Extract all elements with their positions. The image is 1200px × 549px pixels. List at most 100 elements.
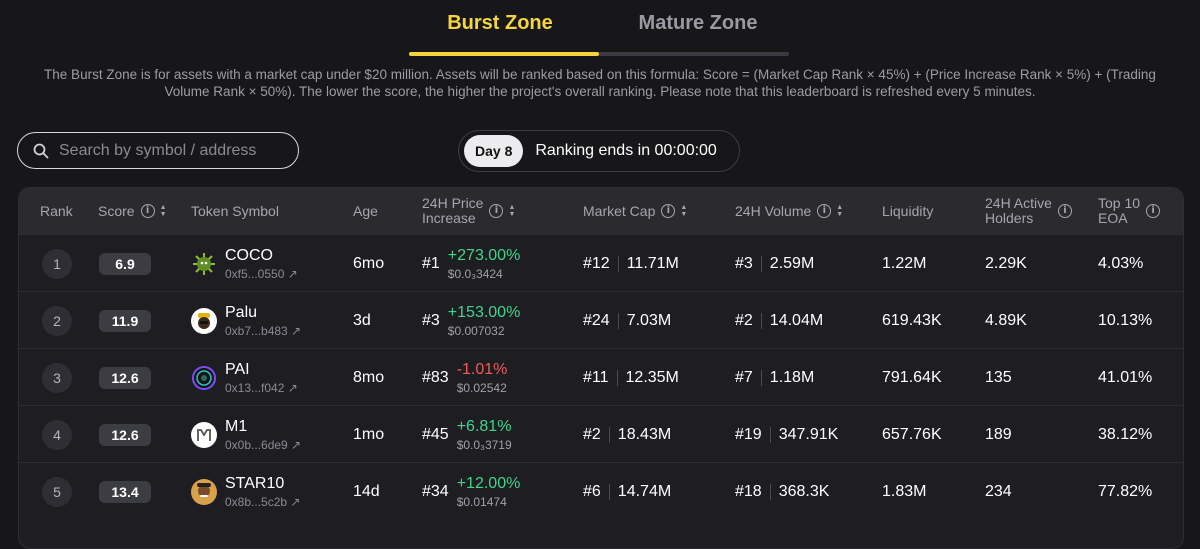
sort-icon[interactable]: ▲ ▼ [836, 204, 843, 218]
star10-avatar-icon [191, 478, 217, 505]
divider [608, 483, 610, 500]
token-address-link[interactable]: 0x13...f042 ↗ [225, 381, 298, 395]
price-increase-cell: #45 +6.81% $0.0₃3719 [422, 406, 512, 463]
token-address-link[interactable]: 0x8b...5c2b ↗ [225, 495, 300, 509]
sort-icon[interactable]: ▲ ▼ [680, 204, 687, 218]
info-icon[interactable]: i [661, 204, 676, 218]
token-symbol[interactable]: PAI [225, 361, 298, 379]
search-input[interactable] [57, 140, 291, 161]
token-price: $0.0₃3719 [456, 437, 512, 452]
header-score[interactable]: Score i ▲ ▼ [98, 188, 167, 234]
price-increase-cell: #34 +12.00% $0.01474 [422, 463, 520, 520]
token-cell[interactable]: Palu 0xb7...b483 ↗ [191, 292, 301, 349]
score-cell: 13.4 [99, 463, 151, 520]
divider [608, 426, 610, 443]
volume-cell: #2 14.04M [735, 292, 823, 349]
token-cell[interactable]: PAI 0x13...f042 ↗ [191, 349, 298, 406]
market-cap-cell: #2 18.43M [583, 406, 671, 463]
eoa-cell: 10.13% [1098, 311, 1153, 329]
price-change: +273.00% [447, 246, 521, 264]
eoa-cell: 41.01% [1098, 368, 1153, 386]
info-icon[interactable]: i [1146, 204, 1161, 218]
market-cap-cell: #11 12.35M [583, 349, 679, 406]
header-liquidity: Liquidity [882, 202, 934, 219]
divider [769, 483, 771, 500]
header-market-cap[interactable]: Market Cap i ▲ ▼ [583, 188, 687, 234]
price-rank: #45 [422, 425, 449, 443]
price-change: +153.00% [447, 303, 521, 321]
token-cell[interactable]: STAR10 0x8b...5c2b ↗ [191, 463, 300, 520]
info-icon[interactable]: i [1057, 204, 1072, 218]
tab-burst-zone[interactable]: Burst Zone [405, 12, 595, 35]
mcap-rank: #6 [583, 482, 601, 500]
score-badge: 12.6 [99, 423, 151, 446]
mcap-rank: #24 [583, 311, 610, 329]
market-cap-value: 14.74M [617, 482, 672, 500]
table-row[interactable]: 5 13.4 STAR10 0x8b...5c2b ↗ 14d #34 +12.00% $0.… [19, 462, 1183, 520]
table-row[interactable]: 2 11.9 Palu 0xb7...b483 ↗ 3d #3 +153.00% $0.007… [19, 291, 1183, 349]
liquidity-cell: 1.83M [882, 482, 927, 500]
holders-cell: 135 [985, 368, 1012, 386]
header-24h-volume[interactable]: 24H Volume i ▲ ▼ [735, 188, 843, 234]
zone-tabs: Burst Zone Mature Zone [0, 0, 1200, 60]
token-symbol[interactable]: Palu [225, 304, 301, 322]
divider [616, 369, 618, 386]
search-box[interactable] [17, 132, 299, 169]
table-row[interactable]: 4 12.6 M1 0x0b...6de9 ↗ 1mo #45 +6.81% $0.0₃371… [19, 405, 1183, 463]
liquidity-cell: 1.22M [882, 254, 927, 272]
header-active-holders: 24H Active Holders i [985, 188, 1072, 234]
holders-cell: 4.89K [985, 311, 1027, 329]
eoa-cell: 38.12% [1098, 425, 1153, 443]
token-address-link[interactable]: 0xf5...0550 ↗ [225, 267, 298, 281]
volume-cell: #18 368.3K [735, 463, 829, 520]
header-price-increase[interactable]: 24H Price Increase i ▲ ▼ [422, 188, 515, 234]
sort-icon[interactable]: ▲ ▼ [508, 204, 515, 218]
price-change: +6.81% [456, 417, 512, 435]
volume-value: 2.59M [769, 254, 815, 272]
volume-value: 368.3K [778, 482, 830, 500]
score-badge: 11.9 [99, 309, 151, 332]
divider [769, 426, 771, 443]
volume-value: 14.04M [769, 311, 824, 329]
palu-avatar-icon [191, 307, 217, 334]
token-cell[interactable]: COCO 0xf5...0550 ↗ [191, 235, 298, 292]
age-cell: 3d [353, 311, 371, 329]
info-icon[interactable]: i [817, 204, 832, 218]
score-cell: 12.6 [99, 349, 151, 406]
price-increase-cell: #83 -1.01% $0.02542 [422, 349, 507, 406]
token-cell[interactable]: M1 0x0b...6de9 ↗ [191, 406, 301, 463]
ranking-countdown: Ranking ends in 00:00:00 [535, 142, 717, 159]
price-rank: #83 [422, 368, 449, 386]
market-cap-value: 18.43M [617, 425, 672, 443]
search-icon [33, 143, 49, 158]
info-icon[interactable]: i [140, 204, 155, 218]
market-cap-cell: #6 14.74M [583, 463, 671, 520]
token-symbol[interactable]: STAR10 [225, 475, 300, 493]
volume-rank: #18 [735, 482, 762, 500]
table-row[interactable]: 3 12.6 PAI 0x13...f042 ↗ 8mo #83 -1.01% $0.0254… [19, 348, 1183, 406]
price-change: +12.00% [456, 474, 521, 492]
table-row[interactable]: 1 6.9 COCO 0xf5...0550 ↗ 6mo #1 +273.00% $0.0₃3… [19, 234, 1183, 292]
mcap-rank: #11 [583, 368, 609, 386]
ranking-timer: Day 8 Ranking ends in 00:00:00 [458, 130, 740, 172]
info-icon[interactable]: i [489, 204, 504, 218]
volume-cell: #3 2.59M [735, 235, 814, 292]
token-address-link[interactable]: 0x0b...6de9 ↗ [225, 438, 301, 452]
rank-cell: 2 [42, 292, 72, 349]
score-cell: 12.6 [99, 406, 151, 463]
day-badge[interactable]: Day 8 [464, 135, 524, 167]
age-cell: 1mo [353, 425, 385, 443]
score-badge: 6.9 [99, 252, 151, 275]
rank-badge: 1 [42, 248, 72, 279]
token-price: $0.0₃3424 [447, 266, 503, 281]
divider [760, 312, 762, 329]
market-cap-cell: #24 7.03M [583, 292, 671, 349]
token-address-link[interactable]: 0xb7...b483 ↗ [225, 324, 301, 338]
score-cell: 11.9 [99, 292, 151, 349]
token-symbol[interactable]: M1 [225, 418, 301, 436]
sort-icon[interactable]: ▲ ▼ [160, 204, 167, 218]
token-symbol[interactable]: COCO [225, 247, 298, 265]
price-change: -1.01% [456, 360, 508, 378]
tab-mature-zone[interactable]: Mature Zone [603, 12, 793, 35]
market-cap-value: 7.03M [626, 311, 672, 329]
